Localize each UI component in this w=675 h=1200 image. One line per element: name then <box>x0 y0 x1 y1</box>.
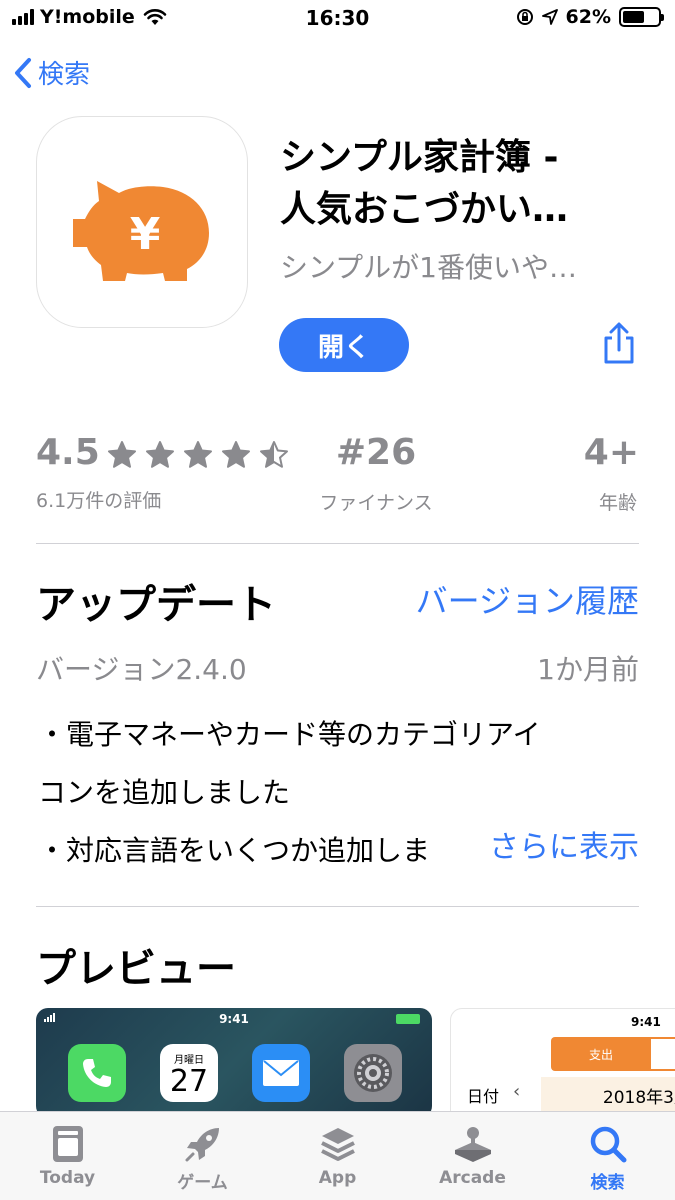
release-note-line: コンを追加しました <box>38 776 291 809</box>
open-button[interactable]: 開く <box>279 318 409 372</box>
app-title-line2: 人気おこづかい… <box>280 189 569 231</box>
release-note-line: ・対応言語をいくつか追加しま <box>38 822 478 880</box>
back-label: 検索 <box>38 60 91 90</box>
settings-app-icon <box>344 1044 402 1102</box>
age-label: 年齢 <box>598 492 637 514</box>
app-title-line1: シンプル家計簿 - <box>280 137 559 178</box>
status-bar: Y!mobile 16:30 62% <box>0 0 675 40</box>
chart-rank: #26 <box>335 432 417 473</box>
stats-row: 4.5 6.1万件の評価 #26 ファイナンス 4+ 年齢 <box>36 432 639 522</box>
release-note-line: ・電子マネーやカード等のカテゴリアイ <box>38 718 541 751</box>
back-button[interactable]: 検索 <box>14 54 90 91</box>
segment-other <box>649 1037 675 1071</box>
location-icon <box>541 9 558 25</box>
update-date: 1か月前 <box>537 653 639 686</box>
text-fade <box>438 822 478 880</box>
preview-status-bar: 9:41 <box>36 1008 432 1030</box>
star-rating <box>104 440 292 470</box>
home-screen-icons: 月曜日 27 <box>68 1044 402 1102</box>
app-subtitle: シンプルが1番使いや… <box>280 251 577 284</box>
calendar-app-icon: 月曜日 27 <box>160 1044 218 1102</box>
today-icon <box>52 1126 83 1162</box>
phone-app-icon <box>68 1044 126 1102</box>
mail-icon <box>263 1060 299 1086</box>
divider <box>36 906 639 907</box>
joystick-icon <box>454 1127 491 1162</box>
preview-time: 9:41 <box>219 1012 249 1026</box>
age-rating: 4+ <box>583 432 639 473</box>
tab-label: Arcade <box>439 1168 506 1188</box>
tab-arcade[interactable]: Arcade <box>405 1112 540 1200</box>
calendar-date: 27 <box>169 1063 209 1099</box>
yen-symbol: ¥ <box>130 209 161 260</box>
tab-label: 検索 <box>590 1173 625 1193</box>
rating-count: 6.1万件の評価 <box>36 490 162 512</box>
more-link[interactable]: さらに表示 <box>489 822 639 866</box>
layers-icon <box>320 1128 355 1161</box>
battery-icon <box>619 7 664 27</box>
star-icon <box>222 441 250 468</box>
chevron-left-icon <box>15 57 31 88</box>
tab-label: ゲーム <box>177 1173 228 1193</box>
tab-label: Today <box>39 1168 96 1188</box>
segment-expense: 支出 <box>551 1037 651 1071</box>
star-icon <box>184 441 212 468</box>
mail-app-icon <box>252 1044 310 1102</box>
version-history-link[interactable]: バージョン履歴 <box>416 576 639 622</box>
star-icon <box>260 441 288 468</box>
battery-level <box>623 11 645 23</box>
tab-label: App <box>318 1168 357 1188</box>
status-right: 62% <box>516 6 664 28</box>
phone-icon <box>83 1059 111 1087</box>
chevron-left-icon: ‹ <box>513 1081 521 1102</box>
divider <box>36 543 639 544</box>
preview-screenshot-1[interactable]: 9:41 月曜日 27 <box>36 1008 432 1118</box>
share-icon <box>604 322 634 364</box>
rating-value: 4.5 <box>36 432 100 473</box>
app-title: シンプル家計簿 - 人気おこづかい… <box>280 132 650 236</box>
share-button[interactable] <box>599 322 639 366</box>
search-icon <box>590 1126 626 1163</box>
rotation-lock-icon <box>516 9 533 25</box>
tab-today[interactable]: Today <box>0 1112 135 1200</box>
gear-icon <box>354 1054 392 1092</box>
piggy-bank-icon: ¥ <box>73 181 209 281</box>
rocket-icon <box>185 1128 219 1162</box>
release-note-text: ・対応言語をいくつか追加しま <box>38 834 431 867</box>
tab-bar: Today ゲーム App Arcade 検索 <box>0 1111 675 1200</box>
tab-games[interactable]: ゲーム <box>135 1112 270 1200</box>
preview-screenshot-2[interactable]: 9:41 支出 日付 ‹ 2018年3月 <box>450 1008 675 1118</box>
tab-search[interactable]: 検索 <box>540 1112 675 1200</box>
date-value: 2018年3月 <box>541 1077 675 1113</box>
preview-time: 9:41 <box>631 1015 661 1029</box>
star-icon <box>108 441 136 468</box>
app-icon: ¥ <box>36 116 248 328</box>
updates-title: アップデート <box>36 582 276 628</box>
tab-apps[interactable]: App <box>270 1112 405 1200</box>
chart-category: ファイナンス <box>319 492 433 514</box>
battery-percent: 62% <box>565 6 611 28</box>
date-label: 日付 <box>467 1087 500 1106</box>
battery-icon <box>396 1014 420 1024</box>
version-label: バージョン2.4.0 <box>36 653 247 686</box>
preview-title: プレビュー <box>36 946 236 992</box>
star-icon <box>146 441 174 468</box>
